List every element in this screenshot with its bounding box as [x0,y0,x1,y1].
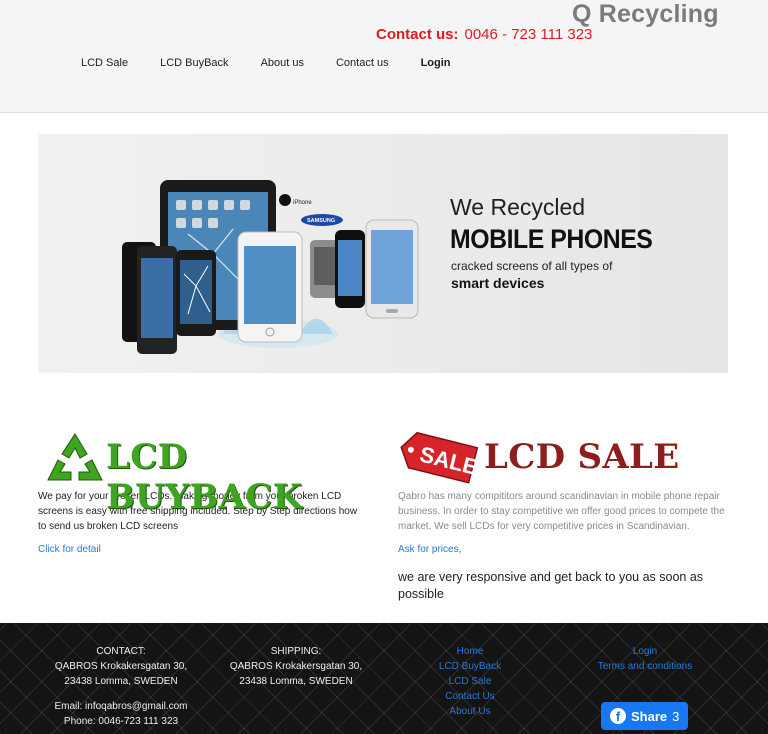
footer-contact-email: Email: infoqabros@gmail.com [54,701,188,712]
buyback-logo-text: LCD BUYBACK [106,437,303,517]
sale-prices-link[interactable]: Ask for prices, [398,544,461,555]
sale-logo-text: LCD SALE [484,437,680,477]
footer-links-main: Home LCD BuyBack LCD Sale Contact Us Abo… [420,644,520,719]
sale-tag-icon: SALE [400,431,480,484]
samsung-brand-text: SAMSUNG [307,218,335,224]
buyback-logo: LCD BUYBACK [38,425,368,517]
nav-contact-us[interactable]: Contact us [336,57,389,69]
contact-phone-line: Contact us: 0046 - 723 111 323 [376,26,592,43]
footer-shipping-address-1: QABROS Krokakersgatan 30, [229,661,363,672]
site-brand[interactable]: Q Recycling [572,0,719,29]
footer-links-account: Login Terms and conditions [585,644,705,674]
footer-link-contact-us[interactable]: Contact Us [420,689,520,704]
banner-line-1: We Recycled [450,194,586,220]
share-count: 3 [672,708,680,724]
footer-shipping-title: SHIPPING: [270,646,322,657]
share-label: Share [631,708,668,724]
footer-shipping: SHIPPING: QABROS Krokakersgatan 30, 2343… [221,644,371,689]
footer-contact: CONTACT: QABROS Krokakersgatan 30, 23438… [46,644,196,729]
footer-link-login[interactable]: Login [585,644,705,659]
banner-line-3: cracked screens of all types of [451,259,613,273]
nav-login[interactable]: Login [421,57,451,69]
sale-response-note: we are very responsive and get back to y… [398,570,704,601]
facebook-share-button[interactable]: f Share 3 [601,702,688,730]
footer-contact-phone: Phone: 0046-723 111 323 [63,716,179,727]
buyback-section: LCD BUYBACK We pay for your broken LCDs.… [38,425,368,557]
footer-link-home[interactable]: Home [420,644,520,659]
hero-banner: iPhone SAMSUNG We Recycled MOBILE PHONES… [38,134,728,373]
footer-link-lcd-sale[interactable]: LCD Sale [420,674,520,689]
buyback-detail-link[interactable]: Click for detail [38,544,101,555]
nav-about-us[interactable]: About us [261,57,304,69]
banner-line-2: MOBILE PHONES [450,224,653,254]
contact-label: Contact us: [376,26,459,43]
facebook-icon: f [610,708,626,724]
recycle-icon [47,433,103,481]
footer-contact-address-2: 23438 Lomma, SWEDEN [64,676,178,687]
phones-illustration: iPhone SAMSUNG [122,180,419,354]
footer-contact-title: CONTACT: [96,646,146,657]
footer-link-lcd-buyback[interactable]: LCD BuyBack [420,659,520,674]
footer-contact-address-1: QABROS Krokakersgatan 30, [54,661,188,672]
footer-link-about-us[interactable]: About Us [420,704,520,719]
nav-lcd-buyback[interactable]: LCD BuyBack [160,57,228,69]
iphone-brand-text: iPhone [293,200,312,206]
main-nav: LCD Sale LCD BuyBack About us Contact us… [81,57,483,69]
site-header: Q Recycling Contact us: 0046 - 723 111 32… [0,0,768,113]
contact-phone: 0046 - 723 111 323 [464,26,593,43]
sale-logo: SALE LCD SALE [398,425,728,487]
banner-line-4: smart devices [451,275,545,291]
sale-section: SALE LCD SALE Qabro has many compititors… [398,425,728,603]
footer-shipping-address-2: 23438 Lomma, SWEDEN [239,676,353,687]
nav-lcd-sale[interactable]: LCD Sale [81,57,128,69]
sale-description: Qabro has many compititors around scandi… [398,491,725,532]
footer-link-terms[interactable]: Terms and conditions [585,659,705,674]
